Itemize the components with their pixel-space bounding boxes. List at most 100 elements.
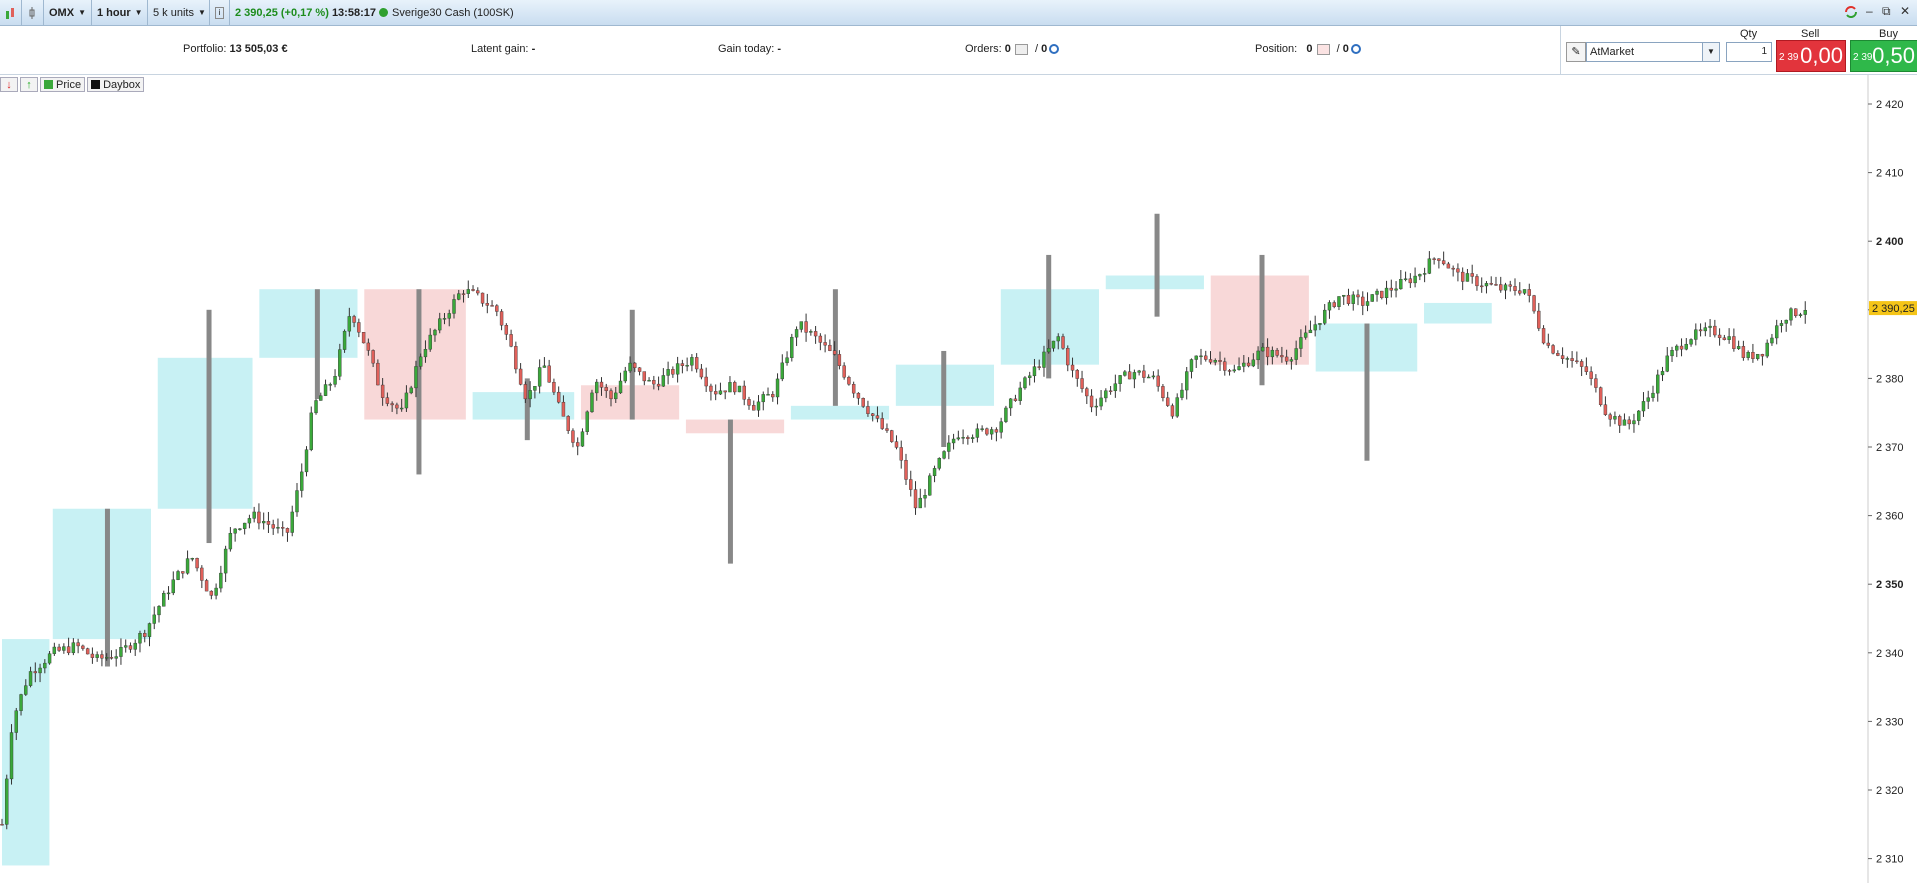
candle-body <box>1432 258 1436 260</box>
info-icon[interactable]: i <box>210 0 230 25</box>
candle-body <box>33 671 38 674</box>
candle-body <box>585 411 589 432</box>
gear-icon[interactable] <box>1049 44 1060 55</box>
candle-body <box>1774 325 1779 339</box>
candle-body <box>290 511 294 533</box>
chart-legend: ↓ ↑ Price Daybox <box>0 77 145 93</box>
candle-body <box>242 522 247 529</box>
minimize-button[interactable]: – <box>1866 4 1873 18</box>
candle-body <box>323 384 328 396</box>
candle-body <box>1075 370 1079 379</box>
candle-body <box>223 548 228 574</box>
size-label: 5 k units <box>153 6 194 19</box>
candle-body <box>1518 290 1522 294</box>
candle-body <box>1456 268 1460 273</box>
candle-body <box>1522 289 1527 294</box>
orders-sep: / <box>1034 43 1038 55</box>
daybox <box>790 405 890 420</box>
candle-body <box>875 415 880 419</box>
candle-body <box>1651 392 1655 398</box>
portfolio-bar: Portfolio: 13 505,03 € Latent gain: - Ga… <box>0 26 1560 75</box>
candle-body <box>514 346 518 370</box>
candle-body <box>1370 294 1374 302</box>
candle-body <box>571 430 575 443</box>
candle-body <box>38 667 42 674</box>
wrench-icon[interactable]: ✎ <box>1566 42 1586 62</box>
legend-daybox[interactable]: Daybox <box>87 77 145 92</box>
position-grid-icon[interactable] <box>1316 43 1330 55</box>
candle-body <box>1399 279 1403 290</box>
refresh-icon[interactable] <box>1843 4 1859 23</box>
candle-body <box>1617 416 1622 426</box>
candle-body <box>1051 340 1056 349</box>
volume-spike <box>832 289 838 406</box>
candle-body <box>71 642 76 654</box>
candle-body <box>828 344 832 351</box>
instrument-name: Sverige30 Cash (100SK) <box>392 6 514 19</box>
restore-button[interactable]: ⧉ <box>1882 4 1891 19</box>
y-axis: 2 4202 4102 4002 3902 3802 3702 3602 350… <box>1868 99 1904 866</box>
candle-body <box>1275 349 1279 356</box>
close-button[interactable]: ✕ <box>1900 4 1910 18</box>
candle-body <box>970 437 975 439</box>
candle-body <box>81 645 85 649</box>
gear-icon[interactable] <box>1350 44 1361 55</box>
candle-body <box>1132 372 1137 380</box>
buy-button[interactable]: 2 39 0,50 <box>1850 40 1917 72</box>
candle-body <box>9 732 14 780</box>
candle-body <box>28 671 33 686</box>
candle-body <box>985 428 989 435</box>
candle-body <box>951 438 956 444</box>
candle-body <box>476 290 480 294</box>
size-select[interactable]: 5 k units ▼ <box>148 0 210 25</box>
sell-button[interactable]: 2 39 0,00 <box>1776 40 1846 72</box>
current-price-tag: 2 390,25 <box>1869 301 1917 316</box>
zoom-out-icon[interactable]: ↓ <box>0 77 18 92</box>
candle-body <box>747 399 751 406</box>
candle-body <box>399 407 404 410</box>
order-type-select[interactable]: AtMarket ▼ <box>1586 42 1720 62</box>
candle-body <box>1242 362 1246 367</box>
candle-body <box>52 646 57 654</box>
symbol-select[interactable]: OMX ▼ <box>44 0 92 25</box>
zoom-in-icon[interactable]: ↑ <box>20 77 38 92</box>
candle-body <box>1489 283 1493 285</box>
candle-body <box>1013 398 1018 401</box>
candle-body <box>851 384 856 394</box>
volume-spike <box>314 289 320 399</box>
timeframe-select[interactable]: 1 hour ▼ <box>92 0 148 25</box>
candle-body <box>552 381 556 393</box>
candle-body <box>147 623 152 637</box>
candle-body <box>1089 395 1094 408</box>
candle-body <box>1532 295 1536 312</box>
candle-body <box>1066 348 1070 366</box>
candle-body <box>14 710 18 733</box>
price-chart[interactable]: 2 4202 4102 4002 3902 3802 3702 3602 350… <box>0 75 1917 883</box>
candle-body <box>1351 294 1355 304</box>
indicator-icon[interactable] <box>22 0 44 25</box>
candle-body <box>1689 339 1693 345</box>
candle-body <box>1047 348 1051 353</box>
chart-type-icon[interactable] <box>0 0 22 25</box>
candle-body <box>537 367 542 387</box>
orders-grid-icon[interactable] <box>1014 43 1028 55</box>
position-count-b: 0 <box>1342 43 1349 55</box>
legend-price[interactable]: Price <box>40 77 86 92</box>
candle-body <box>813 331 818 337</box>
candle-body <box>647 379 651 382</box>
qty-input[interactable]: 1 <box>1726 42 1772 62</box>
candle-body <box>1085 388 1089 397</box>
candle-body <box>124 645 128 648</box>
candle-body <box>128 645 133 650</box>
candle-body <box>576 442 580 447</box>
candle-body <box>1475 276 1479 287</box>
candle-body <box>1470 273 1474 277</box>
candle-body <box>1270 349 1275 358</box>
candle-body <box>24 685 28 695</box>
trade-panel: Qty Sell Buy ✎ AtMarket ▼ 1 2 39 0,00 2 … <box>1560 26 1917 75</box>
candle-body <box>937 457 942 469</box>
candle-body <box>62 646 66 651</box>
candle-body <box>1246 362 1251 367</box>
candle-body <box>713 391 718 395</box>
candle-body <box>942 451 946 459</box>
